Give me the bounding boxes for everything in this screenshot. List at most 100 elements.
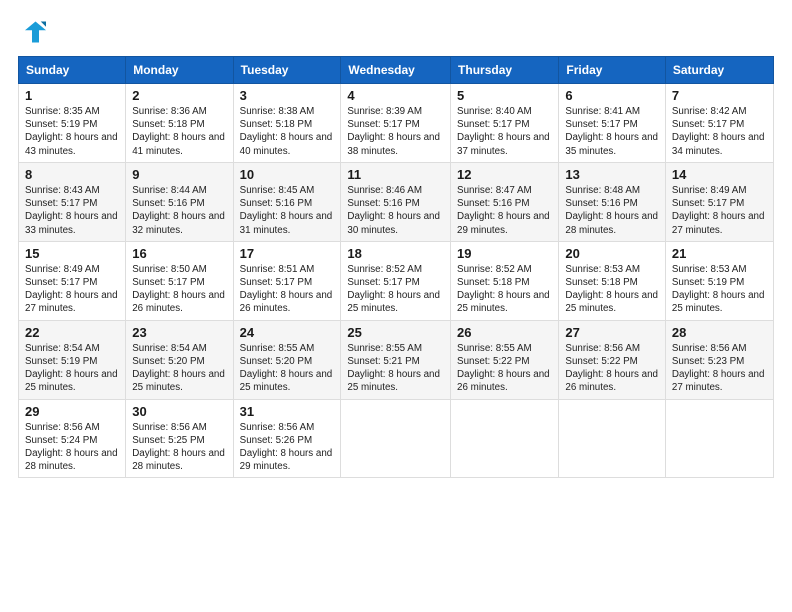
day-number: 9 bbox=[132, 167, 226, 182]
day-cell: 23 Sunrise: 8:54 AMSunset: 5:20 PMDaylig… bbox=[126, 320, 233, 399]
day-info: Sunrise: 8:53 AMSunset: 5:18 PMDaylight:… bbox=[565, 264, 658, 315]
day-info: Sunrise: 8:56 AMSunset: 5:22 PMDaylight:… bbox=[565, 343, 658, 394]
day-cell: 28 Sunrise: 8:56 AMSunset: 5:23 PMDaylig… bbox=[665, 320, 773, 399]
day-cell: 2 Sunrise: 8:36 AMSunset: 5:18 PMDayligh… bbox=[126, 84, 233, 163]
day-cell: 9 Sunrise: 8:44 AMSunset: 5:16 PMDayligh… bbox=[126, 162, 233, 241]
logo-icon bbox=[18, 18, 46, 46]
day-cell: 11 Sunrise: 8:46 AMSunset: 5:16 PMDaylig… bbox=[341, 162, 451, 241]
header bbox=[18, 18, 774, 46]
day-info: Sunrise: 8:35 AMSunset: 5:19 PMDaylight:… bbox=[25, 106, 118, 157]
day-cell: 14 Sunrise: 8:49 AMSunset: 5:17 PMDaylig… bbox=[665, 162, 773, 241]
week-row-5: 29 Sunrise: 8:56 AMSunset: 5:24 PMDaylig… bbox=[19, 399, 774, 478]
day-cell: 20 Sunrise: 8:53 AMSunset: 5:18 PMDaylig… bbox=[559, 241, 665, 320]
day-cell: 27 Sunrise: 8:56 AMSunset: 5:22 PMDaylig… bbox=[559, 320, 665, 399]
day-cell: 30 Sunrise: 8:56 AMSunset: 5:25 PMDaylig… bbox=[126, 399, 233, 478]
day-info: Sunrise: 8:54 AMSunset: 5:20 PMDaylight:… bbox=[132, 343, 225, 394]
week-row-2: 8 Sunrise: 8:43 AMSunset: 5:17 PMDayligh… bbox=[19, 162, 774, 241]
day-cell: 15 Sunrise: 8:49 AMSunset: 5:17 PMDaylig… bbox=[19, 241, 126, 320]
day-cell: 18 Sunrise: 8:52 AMSunset: 5:17 PMDaylig… bbox=[341, 241, 451, 320]
day-info: Sunrise: 8:54 AMSunset: 5:19 PMDaylight:… bbox=[25, 343, 118, 394]
day-cell: 3 Sunrise: 8:38 AMSunset: 5:18 PMDayligh… bbox=[233, 84, 341, 163]
week-row-3: 15 Sunrise: 8:49 AMSunset: 5:17 PMDaylig… bbox=[19, 241, 774, 320]
week-row-1: 1 Sunrise: 8:35 AMSunset: 5:19 PMDayligh… bbox=[19, 84, 774, 163]
day-number: 28 bbox=[672, 325, 767, 340]
day-cell bbox=[559, 399, 665, 478]
day-info: Sunrise: 8:44 AMSunset: 5:16 PMDaylight:… bbox=[132, 185, 225, 236]
day-number: 17 bbox=[240, 246, 335, 261]
day-info: Sunrise: 8:50 AMSunset: 5:17 PMDaylight:… bbox=[132, 264, 225, 315]
day-number: 31 bbox=[240, 404, 335, 419]
day-info: Sunrise: 8:41 AMSunset: 5:17 PMDaylight:… bbox=[565, 106, 658, 157]
day-info: Sunrise: 8:56 AMSunset: 5:25 PMDaylight:… bbox=[132, 422, 225, 473]
day-cell: 31 Sunrise: 8:56 AMSunset: 5:26 PMDaylig… bbox=[233, 399, 341, 478]
weekday-header-friday: Friday bbox=[559, 57, 665, 84]
day-info: Sunrise: 8:52 AMSunset: 5:17 PMDaylight:… bbox=[347, 264, 440, 315]
day-number: 10 bbox=[240, 167, 335, 182]
day-info: Sunrise: 8:53 AMSunset: 5:19 PMDaylight:… bbox=[672, 264, 765, 315]
weekday-header-saturday: Saturday bbox=[665, 57, 773, 84]
day-cell: 10 Sunrise: 8:45 AMSunset: 5:16 PMDaylig… bbox=[233, 162, 341, 241]
day-number: 4 bbox=[347, 88, 444, 103]
day-info: Sunrise: 8:36 AMSunset: 5:18 PMDaylight:… bbox=[132, 106, 225, 157]
day-number: 21 bbox=[672, 246, 767, 261]
day-cell: 6 Sunrise: 8:41 AMSunset: 5:17 PMDayligh… bbox=[559, 84, 665, 163]
day-number: 26 bbox=[457, 325, 552, 340]
day-info: Sunrise: 8:55 AMSunset: 5:22 PMDaylight:… bbox=[457, 343, 550, 394]
day-cell: 22 Sunrise: 8:54 AMSunset: 5:19 PMDaylig… bbox=[19, 320, 126, 399]
week-row-4: 22 Sunrise: 8:54 AMSunset: 5:19 PMDaylig… bbox=[19, 320, 774, 399]
weekday-header-thursday: Thursday bbox=[451, 57, 559, 84]
day-number: 3 bbox=[240, 88, 335, 103]
day-number: 11 bbox=[347, 167, 444, 182]
day-number: 13 bbox=[565, 167, 658, 182]
day-cell: 5 Sunrise: 8:40 AMSunset: 5:17 PMDayligh… bbox=[451, 84, 559, 163]
day-cell: 29 Sunrise: 8:56 AMSunset: 5:24 PMDaylig… bbox=[19, 399, 126, 478]
day-number: 23 bbox=[132, 325, 226, 340]
day-info: Sunrise: 8:46 AMSunset: 5:16 PMDaylight:… bbox=[347, 185, 440, 236]
day-number: 6 bbox=[565, 88, 658, 103]
weekday-header-row: SundayMondayTuesdayWednesdayThursdayFrid… bbox=[19, 57, 774, 84]
day-info: Sunrise: 8:55 AMSunset: 5:20 PMDaylight:… bbox=[240, 343, 333, 394]
day-cell: 4 Sunrise: 8:39 AMSunset: 5:17 PMDayligh… bbox=[341, 84, 451, 163]
day-info: Sunrise: 8:49 AMSunset: 5:17 PMDaylight:… bbox=[672, 185, 765, 236]
day-info: Sunrise: 8:56 AMSunset: 5:26 PMDaylight:… bbox=[240, 422, 333, 473]
day-cell: 12 Sunrise: 8:47 AMSunset: 5:16 PMDaylig… bbox=[451, 162, 559, 241]
day-info: Sunrise: 8:38 AMSunset: 5:18 PMDaylight:… bbox=[240, 106, 333, 157]
day-number: 7 bbox=[672, 88, 767, 103]
day-info: Sunrise: 8:51 AMSunset: 5:17 PMDaylight:… bbox=[240, 264, 333, 315]
day-number: 5 bbox=[457, 88, 552, 103]
weekday-header-tuesday: Tuesday bbox=[233, 57, 341, 84]
day-cell: 21 Sunrise: 8:53 AMSunset: 5:19 PMDaylig… bbox=[665, 241, 773, 320]
weekday-header-wednesday: Wednesday bbox=[341, 57, 451, 84]
day-number: 12 bbox=[457, 167, 552, 182]
day-number: 30 bbox=[132, 404, 226, 419]
day-info: Sunrise: 8:52 AMSunset: 5:18 PMDaylight:… bbox=[457, 264, 550, 315]
day-cell: 17 Sunrise: 8:51 AMSunset: 5:17 PMDaylig… bbox=[233, 241, 341, 320]
day-cell: 24 Sunrise: 8:55 AMSunset: 5:20 PMDaylig… bbox=[233, 320, 341, 399]
day-cell bbox=[451, 399, 559, 478]
day-number: 19 bbox=[457, 246, 552, 261]
day-info: Sunrise: 8:48 AMSunset: 5:16 PMDaylight:… bbox=[565, 185, 658, 236]
day-info: Sunrise: 8:56 AMSunset: 5:23 PMDaylight:… bbox=[672, 343, 765, 394]
day-number: 8 bbox=[25, 167, 119, 182]
day-cell: 7 Sunrise: 8:42 AMSunset: 5:17 PMDayligh… bbox=[665, 84, 773, 163]
day-info: Sunrise: 8:43 AMSunset: 5:17 PMDaylight:… bbox=[25, 185, 118, 236]
day-cell: 25 Sunrise: 8:55 AMSunset: 5:21 PMDaylig… bbox=[341, 320, 451, 399]
day-number: 29 bbox=[25, 404, 119, 419]
day-number: 18 bbox=[347, 246, 444, 261]
day-cell bbox=[665, 399, 773, 478]
day-cell bbox=[341, 399, 451, 478]
weekday-header-sunday: Sunday bbox=[19, 57, 126, 84]
day-info: Sunrise: 8:49 AMSunset: 5:17 PMDaylight:… bbox=[25, 264, 118, 315]
day-info: Sunrise: 8:40 AMSunset: 5:17 PMDaylight:… bbox=[457, 106, 550, 157]
day-number: 24 bbox=[240, 325, 335, 340]
day-number: 15 bbox=[25, 246, 119, 261]
day-number: 14 bbox=[672, 167, 767, 182]
page: SundayMondayTuesdayWednesdayThursdayFrid… bbox=[0, 0, 792, 612]
day-info: Sunrise: 8:45 AMSunset: 5:16 PMDaylight:… bbox=[240, 185, 333, 236]
day-cell: 8 Sunrise: 8:43 AMSunset: 5:17 PMDayligh… bbox=[19, 162, 126, 241]
day-info: Sunrise: 8:39 AMSunset: 5:17 PMDaylight:… bbox=[347, 106, 440, 157]
calendar-table: SundayMondayTuesdayWednesdayThursdayFrid… bbox=[18, 56, 774, 478]
logo bbox=[18, 18, 50, 46]
day-number: 16 bbox=[132, 246, 226, 261]
day-number: 25 bbox=[347, 325, 444, 340]
